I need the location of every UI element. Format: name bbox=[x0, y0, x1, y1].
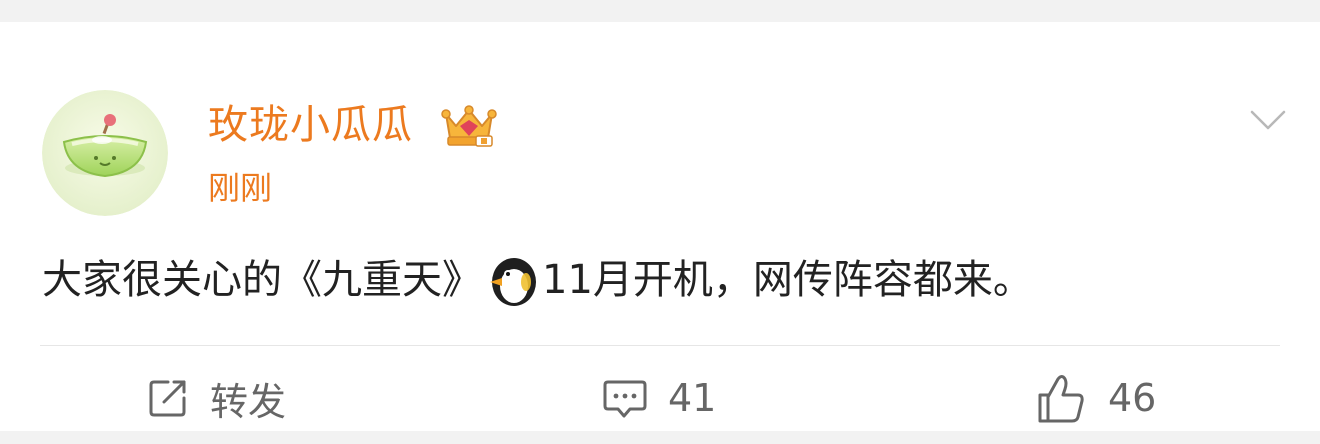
comment-button[interactable]: 41 bbox=[602, 370, 716, 426]
like-count: 46 bbox=[1108, 376, 1157, 420]
comment-count: 41 bbox=[668, 376, 717, 420]
like-button[interactable]: 46 bbox=[1036, 370, 1156, 426]
post-text-part-1: 大家很关心的《九重天》 bbox=[42, 257, 482, 303]
post-text-part-2: 11月开机，网传阵容都来。 bbox=[542, 257, 1033, 303]
comment-icon bbox=[602, 376, 648, 420]
avatar[interactable] bbox=[42, 90, 168, 216]
post-time: 刚刚 bbox=[208, 169, 273, 207]
repost-icon bbox=[146, 376, 190, 420]
divider bbox=[40, 345, 1280, 346]
post-text: 大家很关心的《九重天》 11月开机，网传阵容都来。 bbox=[42, 250, 1033, 310]
penguin-emoji-icon bbox=[484, 252, 540, 308]
chevron-down-icon[interactable] bbox=[1248, 106, 1288, 134]
thumbs-up-icon bbox=[1036, 371, 1088, 425]
crown-badge-icon[interactable] bbox=[440, 104, 498, 150]
username[interactable]: 玫珑小瓜瓜 bbox=[208, 98, 413, 152]
bottom-separator bbox=[0, 431, 1320, 444]
repost-label: 转发 bbox=[210, 379, 287, 424]
weibo-post-card: 玫珑小瓜瓜 刚刚 大家很关心的《九重天》 11月开机，网传阵容都来。 转发 41… bbox=[0, 22, 1320, 431]
repost-button[interactable]: 转发 bbox=[146, 370, 286, 426]
